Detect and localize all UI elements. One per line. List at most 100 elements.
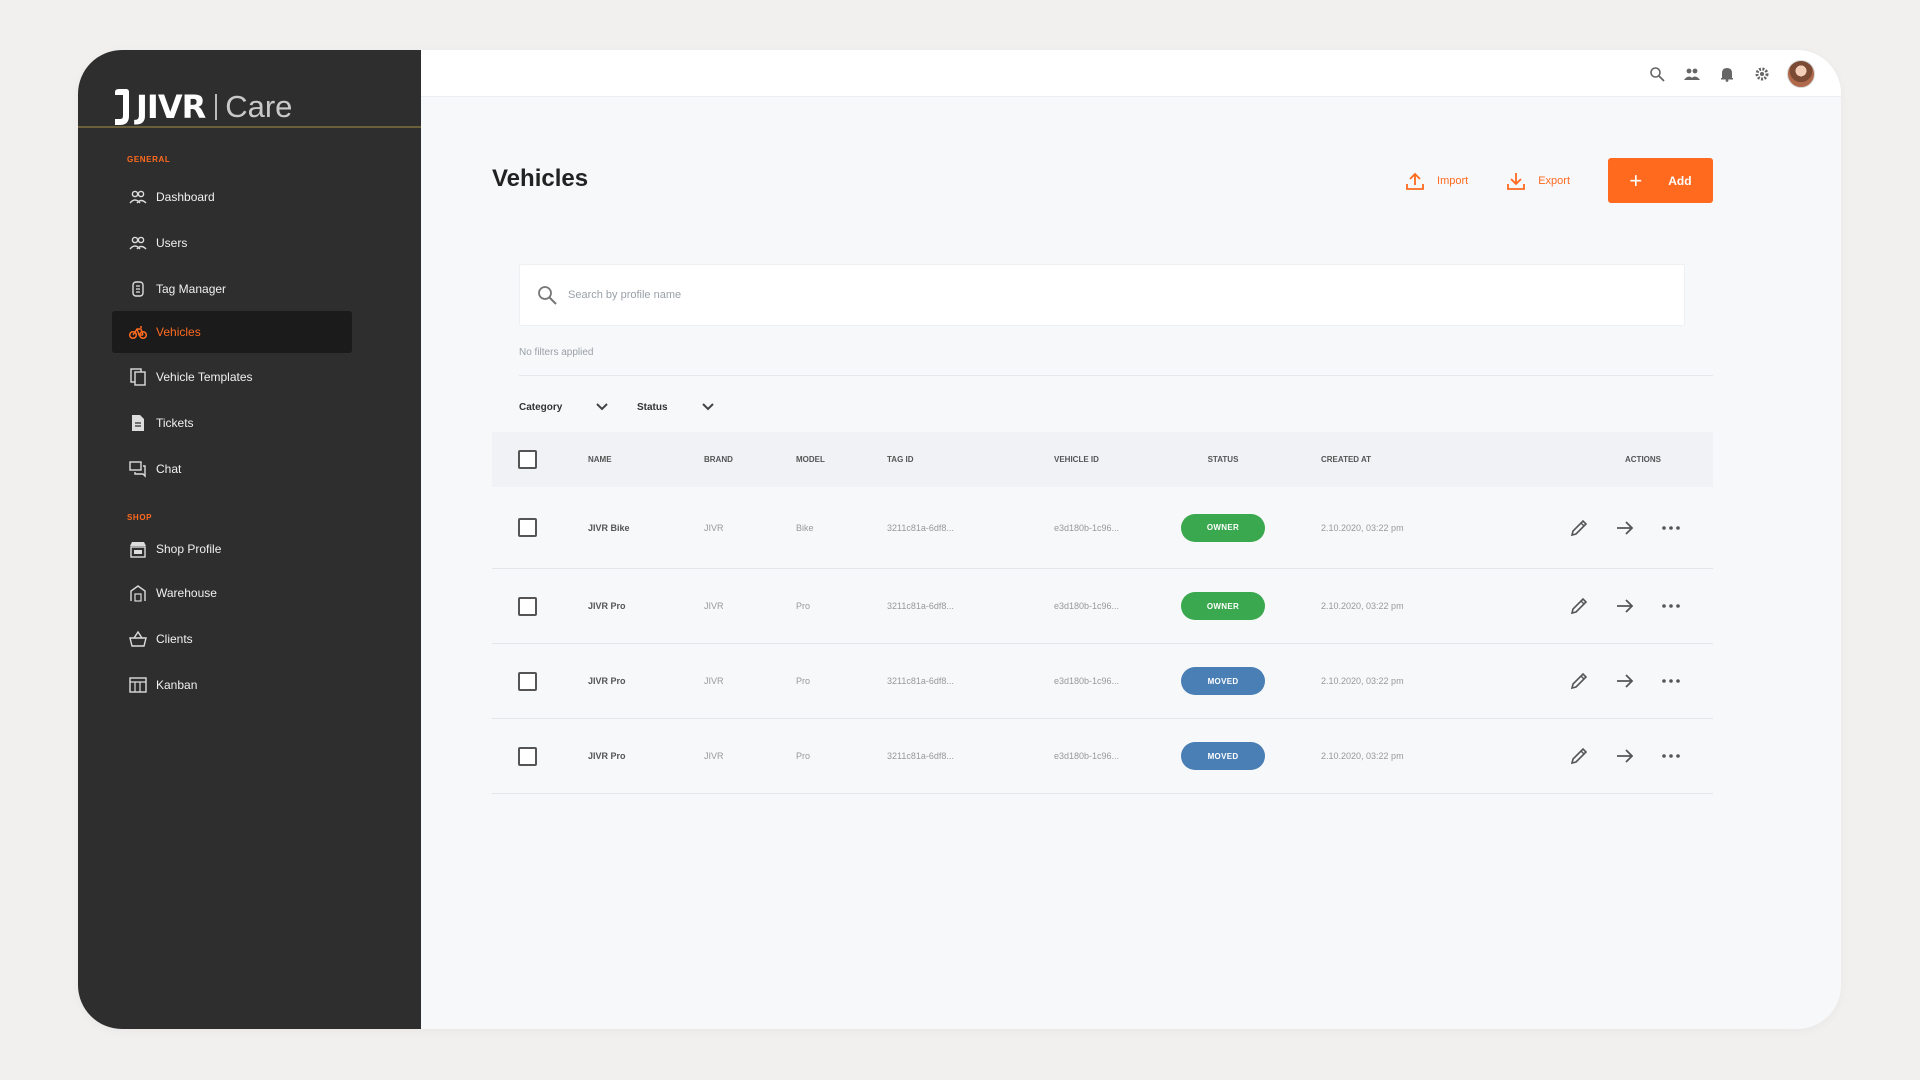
status-badge: OWNER — [1181, 513, 1265, 542]
cell-brand: JIVR — [704, 676, 724, 686]
row-checkbox[interactable] — [518, 671, 537, 691]
status-filter[interactable]: Status — [637, 399, 716, 415]
arrow-right-icon[interactable] — [1613, 516, 1637, 540]
cell-model: Pro — [796, 601, 811, 611]
gear-icon[interactable] — [1752, 64, 1772, 84]
cell-vehicle-id: e3d180b-1c96... — [1054, 751, 1120, 761]
more-icon[interactable] — [1659, 516, 1683, 540]
sidebar-item-shop-profile[interactable]: Shop Profile — [112, 528, 352, 570]
brand-subtitle: Care — [225, 89, 293, 124]
cell-status: OWNER — [1181, 513, 1321, 542]
sidebar-item-tickets[interactable]: Tickets — [112, 402, 352, 444]
row-checkbox-cell — [492, 518, 588, 537]
arrow-right-icon[interactable] — [1613, 744, 1637, 768]
column-header-model[interactable]: Model — [796, 455, 887, 464]
sidebar-item-warehouse[interactable]: Warehouse — [112, 572, 352, 614]
ticket-icon — [128, 413, 148, 433]
row-checkbox[interactable] — [518, 746, 537, 766]
sidebar-item-clients[interactable]: Clients — [112, 618, 352, 660]
edit-icon[interactable] — [1567, 669, 1591, 693]
page-title: Vehicles — [492, 165, 589, 192]
status-filter-label: Status — [637, 401, 668, 413]
more-icon[interactable] — [1659, 669, 1683, 693]
bell-icon[interactable] — [1717, 64, 1737, 84]
sidebar: JIVR Care General Dashboard Users Tag Ma… — [78, 50, 421, 1029]
column-header-status[interactable]: Status — [1181, 455, 1321, 464]
people-icon[interactable] — [1682, 64, 1702, 84]
cell-status: MOVED — [1181, 742, 1321, 770]
sidebar-item-kanban[interactable]: Kanban — [112, 664, 352, 706]
import-button[interactable]: Import — [1405, 171, 1468, 191]
edit-icon[interactable] — [1567, 594, 1591, 618]
cell-actions — [1566, 669, 1713, 693]
top-bar-icons — [1647, 60, 1815, 88]
cell-status: OWNER — [1181, 592, 1321, 620]
cell-tag-id: 3211c81a-6df8... — [887, 676, 954, 686]
column-header-tag-id[interactable]: Tag ID — [887, 455, 1054, 464]
search-input[interactable] — [568, 289, 1618, 301]
cell-status: MOVED — [1181, 667, 1321, 695]
chat-icon — [128, 459, 148, 479]
sidebar-item-label: Clients — [156, 632, 193, 646]
upload-icon — [1406, 172, 1424, 190]
sidebar-item-users[interactable]: Users — [112, 222, 352, 264]
sidebar-item-chat[interactable]: Chat — [112, 448, 352, 490]
tag-icon — [128, 279, 148, 299]
edit-icon[interactable] — [1567, 516, 1591, 540]
column-header-name[interactable]: Name — [588, 455, 704, 464]
avatar[interactable] — [1787, 60, 1815, 88]
brand-separator — [215, 94, 218, 120]
cell-name: JIVR Pro — [588, 676, 626, 686]
sidebar-item-label: Dashboard — [156, 190, 215, 204]
cell-actions — [1566, 594, 1713, 618]
cell-brand: JIVR — [704, 522, 724, 533]
edit-icon[interactable] — [1567, 744, 1591, 768]
cell-name: JIVR Bike — [588, 522, 630, 533]
arrow-right-icon[interactable] — [1613, 669, 1637, 693]
cell-created-at: 2.10.2020, 03:22 pm — [1321, 522, 1404, 533]
cell-model: Pro — [796, 751, 811, 761]
search-icon[interactable] — [1647, 64, 1667, 84]
cell-created-at: 2.10.2020, 03:22 pm — [1321, 601, 1404, 611]
cell-vehicle-id: e3d180b-1c96... — [1054, 522, 1120, 533]
table-row[interactable]: JIVR Bike JIVR Bike 3211c81a-6df8... e3d… — [492, 487, 1713, 569]
row-checkbox-cell — [492, 596, 588, 616]
cell-created-at: 2.10.2020, 03:22 pm — [1321, 751, 1404, 761]
more-icon[interactable] — [1659, 744, 1683, 768]
jivr-logo-icon — [115, 89, 129, 125]
category-filter-label: Category — [519, 401, 563, 413]
app-window: JIVR Care General Dashboard Users Tag Ma… — [78, 50, 1841, 1029]
cell-tag-id: 3211c81a-6df8... — [887, 601, 954, 611]
cell-name: JIVR Pro — [588, 751, 626, 761]
cell-name: JIVR Pro — [588, 601, 626, 611]
cell-model: Pro — [796, 676, 811, 686]
category-filter[interactable]: Category — [519, 399, 610, 415]
column-header-brand[interactable]: Brand — [704, 455, 796, 464]
more-icon[interactable] — [1659, 594, 1683, 618]
column-header-vehicle-id[interactable]: Vehicle ID — [1054, 455, 1181, 464]
column-header-actions: Actions — [1625, 455, 1661, 464]
add-label: Add — [1668, 173, 1692, 188]
sidebar-item-tag-manager[interactable]: Tag Manager — [112, 268, 352, 310]
table-row[interactable]: JIVR Pro JIVR Pro 3211c81a-6df8... e3d18… — [492, 569, 1713, 644]
export-button[interactable]: Export — [1506, 171, 1570, 191]
table-row[interactable]: JIVR Pro JIVR Pro 3211c81a-6df8... e3d18… — [492, 719, 1713, 794]
sidebar-item-vehicles[interactable]: Vehicles — [112, 311, 352, 353]
row-checkbox[interactable] — [518, 596, 537, 616]
search-bar — [519, 264, 1685, 326]
column-header-created-at[interactable]: Created At — [1321, 455, 1566, 464]
import-label: Import — [1437, 174, 1469, 187]
page-actions: Import Export + Add — [1405, 158, 1713, 203]
status-badge: MOVED — [1181, 742, 1265, 770]
select-all-checkbox[interactable] — [518, 450, 537, 469]
arrow-right-icon[interactable] — [1613, 594, 1637, 618]
users-icon — [128, 233, 148, 253]
row-checkbox[interactable] — [518, 518, 537, 537]
table-row[interactable]: JIVR Pro JIVR Pro 3211c81a-6df8... e3d18… — [492, 644, 1713, 719]
bike-icon — [128, 322, 148, 342]
sidebar-item-label: Warehouse — [156, 586, 217, 600]
sidebar-item-dashboard[interactable]: Dashboard — [112, 176, 352, 218]
plus-icon: + — [1629, 167, 1643, 193]
sidebar-item-vehicle-templates[interactable]: Vehicle Templates — [112, 356, 352, 398]
add-button[interactable]: + Add — [1608, 158, 1713, 203]
